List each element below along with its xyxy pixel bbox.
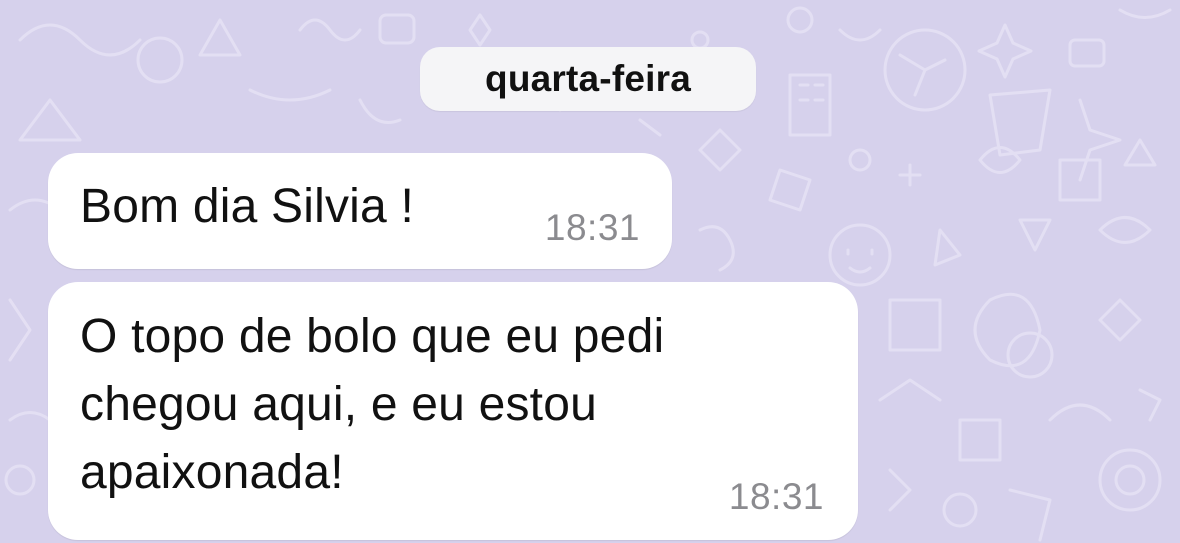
message-bubble[interactable]: Bom dia Silvia ! 18:31: [48, 153, 672, 269]
date-separator-label: quarta-feira: [485, 58, 691, 99]
message-text: Bom dia Silvia !: [80, 180, 414, 233]
message-timestamp: 18:31: [544, 207, 640, 248]
message-bubble[interactable]: O topo de bolo que eu pedi chegou aqui, …: [48, 282, 858, 540]
date-separator: quarta-feira: [420, 47, 756, 111]
message-timestamp: 18:31: [728, 476, 824, 517]
message-text: O topo de bolo que eu pedi chegou aqui, …: [80, 310, 665, 499]
